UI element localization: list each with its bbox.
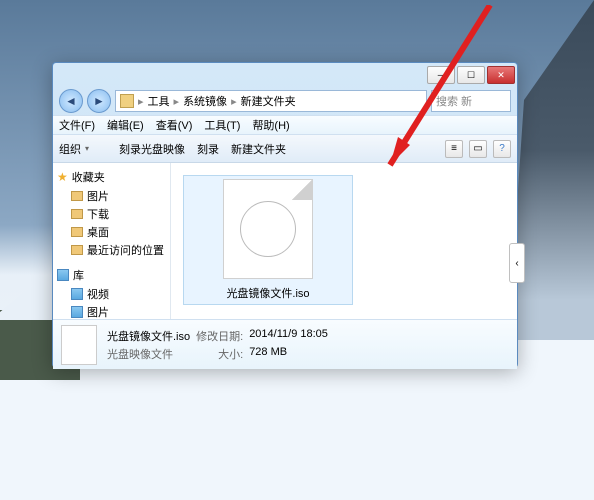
file-item-iso[interactable]: 光盘镜像文件.iso [183, 175, 353, 305]
sidebar-favorites[interactable]: ★收藏夹 [57, 169, 166, 185]
sidebar-item-recent[interactable]: 最近访问的位置 [57, 241, 166, 259]
minimize-button[interactable]: ─ [427, 66, 455, 84]
breadcrumb-seg[interactable]: 新建文件夹 [241, 93, 296, 109]
details-filetype: 光盘映像文件 [107, 346, 190, 362]
view-options-button[interactable]: ≡ [445, 140, 463, 158]
sidebar-item-pictures[interactable]: 图片 [57, 187, 166, 205]
explorer-window: ─ ☐ ✕ ◄ ► ▸ 工具 ▸ 系统镜像 ▸ 新建文件夹 搜索 新 文件(F)… [52, 62, 518, 368]
menu-tools[interactable]: 工具(T) [204, 117, 240, 133]
menubar: 文件(F) 编辑(E) 查看(V) 工具(T) 帮助(H) [53, 115, 517, 135]
date-value: 2014/11/9 18:05 [249, 328, 328, 344]
disc-icon [240, 201, 296, 257]
file-name-label: 光盘镜像文件.iso [226, 285, 309, 301]
forward-button[interactable]: ► [87, 89, 111, 113]
details-thumbnail [61, 325, 97, 365]
sidebar-item-downloads[interactable]: 下载 [57, 205, 166, 223]
menu-file[interactable]: 文件(F) [59, 117, 95, 133]
sidebar-item-desktop[interactable]: 桌面 [57, 223, 166, 241]
folder-icon [71, 191, 83, 201]
disc-icon [68, 334, 90, 356]
address-bar[interactable]: ▸ 工具 ▸ 系统镜像 ▸ 新建文件夹 [115, 90, 427, 112]
navigation-sidebar: ★收藏夹 图片 下载 桌面 最近访问的位置 库 视频 图片 文档 迅雷下载 音乐 [53, 163, 171, 319]
breadcrumb-seg[interactable]: 工具 [148, 93, 170, 109]
date-label: 修改日期: [196, 328, 243, 344]
search-input[interactable]: 搜索 新 [431, 90, 511, 112]
star-icon: ★ [57, 170, 68, 184]
maximize-button[interactable]: ☐ [457, 66, 485, 84]
menu-help[interactable]: 帮助(H) [252, 117, 289, 133]
burn-image-button[interactable]: 刻录光盘映像 [101, 141, 185, 157]
library-icon [71, 288, 83, 300]
details-filename: 光盘镜像文件.iso [107, 328, 190, 344]
burn-button[interactable]: 刻录 [197, 141, 219, 157]
organize-button[interactable]: 组织 [59, 141, 89, 157]
library-icon [57, 269, 69, 281]
titlebar: ─ ☐ ✕ [53, 63, 517, 87]
disc-icon [101, 142, 115, 156]
content-area: ★收藏夹 图片 下载 桌面 最近访问的位置 库 视频 图片 文档 迅雷下载 音乐… [53, 163, 517, 319]
file-list: 光盘镜像文件.iso [171, 163, 517, 319]
help-button[interactable]: ? [493, 140, 511, 158]
close-button[interactable]: ✕ [487, 66, 515, 84]
folder-icon [71, 227, 83, 237]
toolbar: 组织 刻录光盘映像 刻录 新建文件夹 ≡ ▭ ? [53, 135, 517, 163]
size-label: 大小: [196, 346, 243, 362]
sidebar-item-pictures-lib[interactable]: 图片 [57, 303, 166, 319]
preview-pane-button[interactable]: ▭ [469, 140, 487, 158]
folder-icon [120, 94, 134, 108]
sidebar-libraries[interactable]: 库 [57, 267, 166, 283]
back-button[interactable]: ◄ [59, 89, 83, 113]
size-value: 728 MB [249, 346, 328, 362]
breadcrumb-seg[interactable]: 系统镜像 [183, 93, 227, 109]
menu-edit[interactable]: 编辑(E) [107, 117, 144, 133]
address-row: ◄ ► ▸ 工具 ▸ 系统镜像 ▸ 新建文件夹 搜索 新 [53, 87, 517, 115]
library-icon [71, 306, 83, 318]
menu-view[interactable]: 查看(V) [156, 117, 193, 133]
file-thumbnail [223, 179, 313, 279]
sidebar-item-videos[interactable]: 视频 [57, 285, 166, 303]
new-folder-button[interactable]: 新建文件夹 [231, 141, 286, 157]
folder-icon [71, 245, 83, 255]
folder-icon [71, 209, 83, 219]
expand-slider-button[interactable]: ‹ [509, 243, 525, 283]
details-pane: 光盘镜像文件.iso 修改日期: 2014/11/9 18:05 光盘映像文件 … [53, 319, 517, 369]
